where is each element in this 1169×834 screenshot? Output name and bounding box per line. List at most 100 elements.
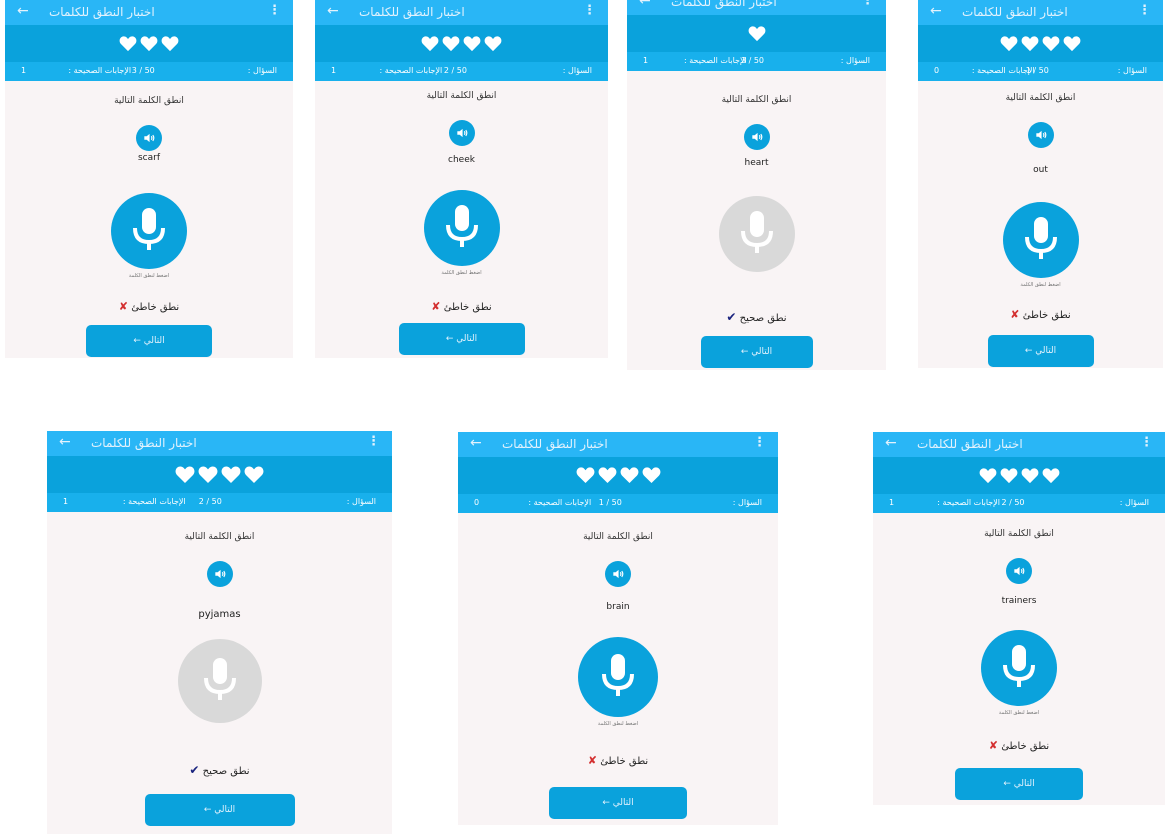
speaker-icon[interactable] (1027, 122, 1054, 148)
prompt-text: انطق الكلمة التالية (984, 529, 1054, 539)
target-word: scarf (137, 153, 161, 163)
question-label: : السؤال (562, 66, 592, 75)
microphone-button[interactable] (718, 196, 795, 272)
microphone-button[interactable] (177, 639, 262, 723)
stats-bar: 1: الإجابات الصحيحة 2 / 50: السؤال (873, 494, 1165, 513)
check-icon: ✔ (726, 310, 737, 324)
next-button[interactable]: ← التالي (700, 336, 813, 368)
arrow-left-icon[interactable]: ← (17, 3, 29, 19)
app-bar: ← اختبار النطق للكلمات ⋮ (873, 432, 1165, 457)
prompt-text: انطق الكلمة التالية (583, 532, 653, 542)
heart-icon (1021, 35, 1039, 52)
arrow-left-icon[interactable]: ← (59, 434, 71, 450)
pronunciation-result: ✘ نطق خاطئ (458, 754, 778, 767)
heart-icon (979, 467, 997, 484)
heart-icon (198, 465, 218, 484)
correct-count: 0 (934, 66, 940, 75)
question-label: : السؤال (840, 56, 870, 65)
more-vertical-icon[interactable]: ⋮ (1138, 3, 1151, 18)
lives-bar (458, 457, 778, 494)
arrow-left-icon[interactable]: ← (639, 0, 651, 9)
correct-label: : الإجابات الصحيحة (68, 66, 132, 75)
question-label: : السؤال (1119, 498, 1149, 507)
microphone-icon (442, 203, 482, 253)
next-button[interactable]: ← التالي (144, 794, 295, 826)
next-button[interactable]: ← التالي (398, 323, 525, 355)
correct-count: 1 (331, 66, 337, 75)
app-bar: ← اختبار النطق للكلمات ⋮ (315, 0, 608, 25)
cross-icon: ✘ (1010, 308, 1020, 321)
arrow-left-icon[interactable]: ← (470, 435, 482, 451)
heart-icon (161, 35, 179, 52)
cross-icon: ✘ (118, 300, 128, 313)
next-button[interactable]: ← التالي (549, 787, 687, 819)
phone-screen: ← اختبار النطق للكلمات ⋮ 1: الإجابات الصحيح… (315, 0, 608, 358)
pronunciation-result: ✔ نطق صحيح (627, 310, 886, 324)
next-button[interactable]: ← التالي (955, 768, 1083, 800)
more-vertical-icon[interactable]: ⋮ (367, 434, 380, 449)
speaker-icon[interactable] (743, 124, 770, 150)
heart-icon (620, 467, 639, 484)
next-button[interactable]: ← التالي (86, 325, 212, 357)
lives-bar (5, 25, 293, 62)
question-number: 2 / 50 (443, 66, 467, 75)
microphone-button[interactable] (111, 193, 187, 269)
more-vertical-icon[interactable]: ⋮ (268, 3, 281, 18)
heart-icon (1042, 467, 1060, 484)
phone-screen: ← اختبار النطق للكلمات ⋮ 0: الإجابات الصحيح… (458, 432, 778, 825)
heart-icon (119, 35, 137, 52)
stats-bar: 1: الإجابات الصحيحة 3 / 50: السؤال (627, 52, 886, 71)
question-number: 3 / 50 (740, 56, 765, 65)
heart-icon (1042, 35, 1060, 52)
stats-bar: 1: الإجابات الصحيحة 2 / 50: السؤال (47, 493, 392, 512)
app-bar: ← اختبار النطق للكلمات ⋮ (5, 0, 293, 25)
heart-icon (175, 465, 195, 484)
speaker-icon[interactable] (206, 561, 233, 587)
microphone-button[interactable] (423, 190, 500, 266)
more-vertical-icon[interactable]: ⋮ (1140, 435, 1153, 450)
arrow-left-icon[interactable]: ← (327, 3, 339, 19)
question-label: : السؤال (247, 66, 277, 75)
target-word: trainers (1001, 596, 1037, 606)
microphone-button[interactable] (981, 630, 1057, 706)
stats-bar: 1: الإجابات الصحيحة 2 / 50: السؤال (315, 62, 608, 81)
mic-hint: اضغط لنطق الكلمة (998, 710, 1040, 716)
lives-bar (873, 457, 1165, 494)
speaker-icon[interactable] (136, 125, 162, 151)
app-title: اختبار النطق للكلمات (917, 437, 1023, 451)
correct-count: 1 (63, 497, 69, 506)
more-vertical-icon[interactable]: ⋮ (583, 3, 596, 18)
question-label: : السؤال (1117, 66, 1147, 75)
microphone-button[interactable] (578, 637, 658, 717)
mic-hint: اضغط لنطق الكلمة (128, 273, 170, 279)
app-title: اختبار النطق للكلمات (671, 0, 777, 9)
question-label: : السؤال (732, 498, 762, 507)
correct-label: : الإجابات الصحيحة (683, 56, 747, 65)
microphone-button[interactable] (1002, 202, 1079, 278)
lives-bar (47, 456, 392, 493)
arrow-left-icon[interactable]: ← (930, 3, 942, 19)
speaker-icon[interactable] (1006, 558, 1032, 584)
lives-bar (627, 15, 886, 52)
speaker-icon[interactable] (605, 561, 631, 587)
app-bar: ← اختبار النطق للكلمات ⋮ (47, 431, 392, 456)
app-bar: ← اختبار النطق للكلمات ⋮ (458, 432, 778, 457)
prompt-text: انطق الكلمة التالية (1005, 93, 1076, 103)
heart-icon (1021, 467, 1039, 484)
heart-icon (576, 467, 595, 484)
prompt-text: انطق الكلمة التالية (426, 91, 497, 101)
more-vertical-icon[interactable]: ⋮ (753, 435, 766, 450)
more-vertical-icon[interactable]: ⋮ (861, 0, 874, 8)
question-label: : السؤال (346, 497, 376, 506)
result-text: نطق خاطئ (131, 302, 180, 313)
phone-screen: ← اختبار النطق للكلمات ⋮ 1: الإجابات الصحيح… (627, 0, 886, 370)
app-bar: ← اختبار النطق للكلمات ⋮ (918, 0, 1163, 25)
app-bar: ← اختبار النطق للكلمات ⋮ (627, 0, 886, 15)
phone-screen: ← اختبار النطق للكلمات ⋮ 0: الإجابات الصحيح… (918, 0, 1163, 368)
speaker-icon[interactable] (448, 120, 475, 146)
pronunciation-result: ✘ نطق خاطئ (315, 300, 608, 313)
result-text: نطق خاطئ (1001, 741, 1050, 752)
heart-icon (598, 467, 617, 484)
next-button[interactable]: ← التالي (987, 335, 1094, 367)
arrow-left-icon[interactable]: ← (885, 435, 897, 451)
